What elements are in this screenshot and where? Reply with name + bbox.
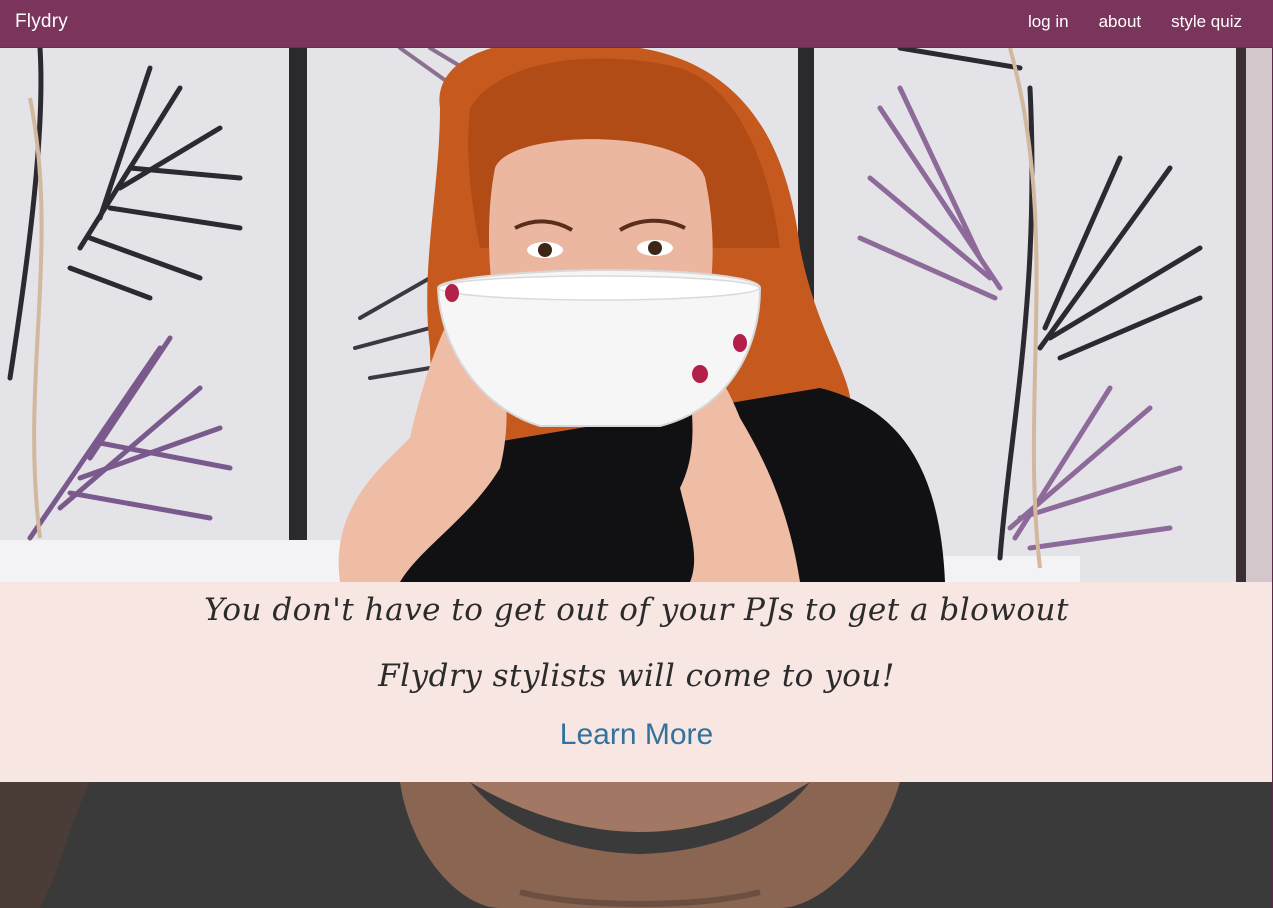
brand-logo-link[interactable]: Flydry	[15, 11, 68, 33]
nav-link-about[interactable]: about	[1099, 12, 1142, 32]
tagline-line-2: Flydry stylists will come to you!	[378, 658, 895, 694]
nav-link-style-quiz[interactable]: style quiz	[1171, 12, 1242, 32]
tagline-line-1: You don't have to get out of your PJs to…	[204, 592, 1069, 628]
tagline-banner: You don't have to get out of your PJs to…	[0, 582, 1273, 782]
nav-links: log in about style quiz	[1028, 12, 1242, 32]
top-navbar: Flydry log in about style quiz	[0, 0, 1273, 48]
hero-image	[0, 48, 1273, 582]
lower-image-section	[0, 782, 1273, 908]
hero-photo-illustration	[0, 48, 1273, 582]
nav-link-log-in[interactable]: log in	[1028, 12, 1069, 32]
lower-photo-illustration	[0, 782, 1273, 908]
learn-more-link[interactable]: Learn More	[0, 718, 1273, 752]
